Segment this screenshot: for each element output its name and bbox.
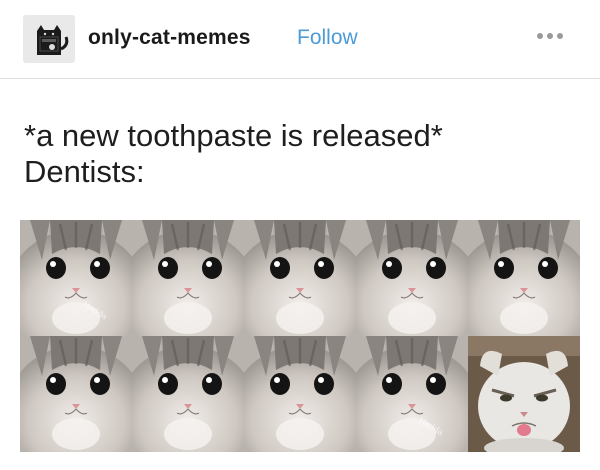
- post-header: only-cat-memes Follow: [0, 0, 600, 79]
- happy-kitten-frame: Hedda: [356, 336, 468, 452]
- meme-image[interactable]: Hedda Hedda: [20, 220, 580, 452]
- more-dot: [547, 33, 553, 39]
- caption-line-2: Dentists:: [24, 154, 145, 189]
- caption-line-1: *a new toothpaste is released*: [24, 118, 443, 153]
- happy-kitten-frame: [244, 336, 356, 452]
- post-username[interactable]: only-cat-memes: [88, 24, 251, 52]
- happy-kitten-icon: [244, 336, 356, 452]
- more-dot: [537, 33, 543, 39]
- post-caption: *a new toothpaste is released* Dentists:: [24, 118, 584, 190]
- happy-kitten-icon: [132, 336, 244, 452]
- happy-kitten-icon: [20, 336, 132, 452]
- grumpy-cat-frame: [468, 336, 580, 452]
- happy-kitten-icon: Hedda: [356, 336, 468, 452]
- happy-kitten-frame: [132, 220, 244, 336]
- happy-kitten-frame: Hedda: [20, 220, 132, 336]
- happy-kitten-frame: [468, 220, 580, 336]
- happy-kitten-icon: [356, 220, 468, 336]
- happy-kitten-icon: [244, 220, 356, 336]
- happy-kitten-frame: [132, 336, 244, 452]
- happy-kitten-icon: [132, 220, 244, 336]
- happy-kitten-icon: Hedda: [20, 220, 132, 336]
- follow-button[interactable]: Follow: [297, 24, 358, 52]
- happy-kitten-frame: [244, 220, 356, 336]
- cat-avatar-icon[interactable]: [23, 15, 75, 63]
- happy-kitten-icon: [468, 220, 580, 336]
- happy-kitten-frame: [20, 336, 132, 452]
- more-options-icon[interactable]: [530, 30, 570, 42]
- happy-kitten-frame: [356, 220, 468, 336]
- grumpy-cat-icon: [468, 336, 580, 452]
- more-dot: [557, 33, 563, 39]
